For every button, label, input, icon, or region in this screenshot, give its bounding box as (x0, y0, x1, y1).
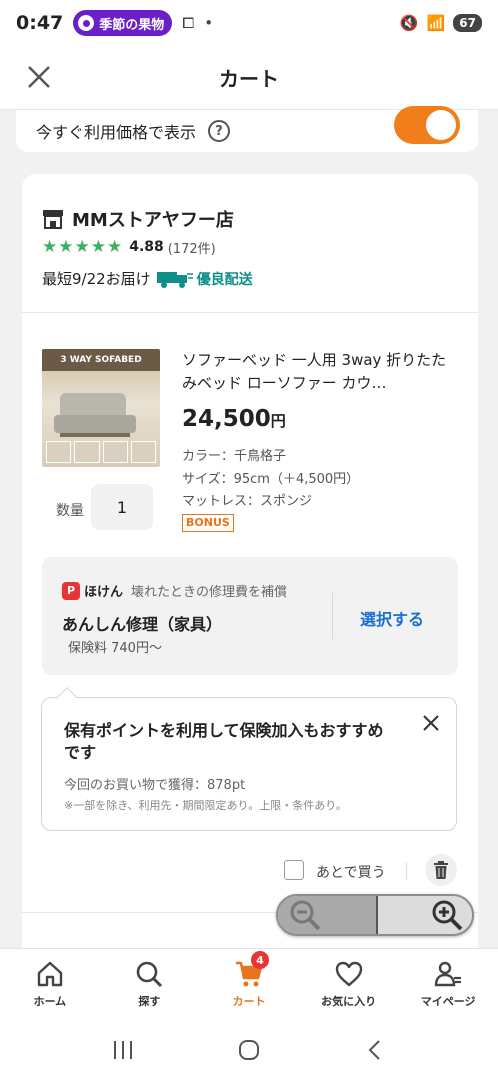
nav-label: マイページ (420, 995, 476, 1008)
rating-stars: ★★★★★ (42, 237, 124, 257)
search-icon (137, 961, 163, 988)
truck-icon (156, 271, 193, 288)
store-rating[interactable]: ★★★★★ 4.88 (172件) (42, 237, 216, 257)
tooltip-title: 保有ポイントを利用して保険加入もおすすめです (64, 721, 384, 762)
screenshot-icon: ⧠ (182, 14, 195, 32)
trash-icon (434, 861, 448, 879)
paypay-icon: P (62, 581, 80, 600)
product-price: 24,500 円 (182, 406, 286, 432)
price-toggle-card: 今すぐ利用価格で表示 ? (16, 106, 478, 152)
product-mattress: マットレス：スポンジ (182, 494, 313, 509)
close-icon (28, 66, 50, 88)
store-icon (43, 210, 63, 229)
store-card: MMストアヤフー店 ★★★★★ 4.88 (172件) 最短9/22お届け 優良… (22, 174, 478, 974)
quantity-selector[interactable]: 1 (91, 484, 153, 530)
heart-icon (335, 961, 362, 987)
bonus-badge: BONUS (182, 514, 234, 532)
nav-label: 探す (138, 995, 161, 1008)
insurance-header: P ほけん 壊れたときの修理費を補償 (62, 581, 287, 600)
delivery-info: 最短9/22お届け 優良配送 (42, 268, 253, 289)
insurance-select-button[interactable]: 選択する (360, 606, 424, 630)
cart-count-badge: 4 (250, 951, 269, 969)
dot-icon: • (204, 14, 214, 32)
mute-icon: 🔇 (399, 14, 419, 32)
quantity-label: 数量 (56, 503, 84, 519)
close-button[interactable] (22, 60, 56, 94)
battery-indicator: 67 (453, 14, 482, 32)
nav-search[interactable]: 探す (100, 949, 200, 1020)
delivery-badge: 優良配送 (196, 271, 253, 288)
buy-later-label[interactable]: あとで買う (316, 862, 386, 882)
divider (22, 312, 478, 313)
tooltip-points: 今回のお買い物で獲得：878pt (64, 778, 246, 793)
rating-score: 4.88 (129, 239, 164, 255)
insurance-box: P ほけん 壊れたときの修理費を補償 あんしん修理（家具） 保険料 740円〜 … (42, 557, 458, 675)
status-time: 0:47 (16, 12, 64, 34)
status-bar: 0:47 季節の果物 ⧠ • 🔇 📶 67 (0, 0, 498, 46)
system-navigation (0, 1020, 498, 1080)
user-icon (434, 961, 462, 987)
insurance-title: あんしん修理（家具） (62, 615, 223, 634)
price-toggle-label: 今すぐ利用価格で表示 (36, 123, 197, 142)
help-icon[interactable]: ? (208, 120, 231, 142)
product-image-banner: 3 WAY SOFABED (42, 349, 160, 371)
price-value: 24,500 (182, 406, 271, 432)
app-header: カート (0, 46, 498, 110)
back-icon[interactable] (363, 1038, 387, 1062)
review-count: (172件) (167, 241, 216, 257)
nav-cart[interactable]: 4 カート (199, 949, 299, 1020)
insurance-description: 壊れたときの修理費を補償 (131, 585, 288, 600)
product-size: サイズ：95cm（＋4,500円） (182, 472, 360, 487)
recent-apps-icon[interactable] (111, 1039, 135, 1061)
page-title: カート (219, 67, 279, 91)
buy-later-checkbox[interactable] (284, 860, 304, 880)
zoom-control (276, 894, 474, 936)
price-toggle-switch[interactable] (394, 106, 460, 144)
delete-button[interactable] (425, 854, 457, 886)
nav-label: カート (232, 995, 266, 1008)
price-currency: 円 (270, 412, 286, 430)
home-icon (37, 961, 62, 987)
store-name-row[interactable]: MMストアヤフー店 (42, 206, 234, 232)
nav-favorites[interactable]: お気に入り (299, 949, 399, 1020)
nav-label: ホーム (33, 995, 67, 1008)
tooltip-close-icon[interactable] (420, 712, 442, 734)
nav-home[interactable]: ホーム (0, 949, 100, 1020)
nav-mypage[interactable]: マイページ (398, 949, 498, 1020)
store-name: MMストアヤフー店 (72, 210, 234, 231)
product-title[interactable]: ソファーベッド 一人用 3way 折りたたみベッド ローソファー カウ… (182, 349, 452, 395)
tooltip-note: ※一部を除き、利用先・期間限定あり。上限・条件あり。 (64, 799, 348, 812)
bottom-navigation: ホーム 探す 4 カート お気に入り マイページ (0, 948, 498, 1020)
zoom-in-icon (432, 900, 463, 931)
wifi-icon: 📶 (426, 14, 446, 32)
notification-pill[interactable]: 季節の果物 (73, 10, 173, 36)
nav-label: お気に入り (321, 995, 377, 1008)
insurance-fee: 保険料 740円〜 (68, 641, 162, 656)
insurance-brand: ほけん (84, 585, 124, 600)
points-tooltip: 保有ポイントを利用して保険加入もおすすめです 今回のお買い物で獲得：878pt … (41, 687, 457, 831)
product-color: カラー：千鳥格子 (182, 449, 287, 464)
notification-text: 季節の果物 (99, 17, 165, 33)
delivery-date: 最短9/22お届け (42, 270, 151, 288)
product-image[interactable]: 3 WAY SOFABED (42, 349, 160, 467)
home-button-icon[interactable] (237, 1038, 261, 1062)
zoom-out-button[interactable] (278, 896, 376, 934)
zoom-in-button[interactable] (378, 896, 472, 934)
zoom-out-icon (290, 900, 321, 931)
record-icon (78, 15, 95, 31)
